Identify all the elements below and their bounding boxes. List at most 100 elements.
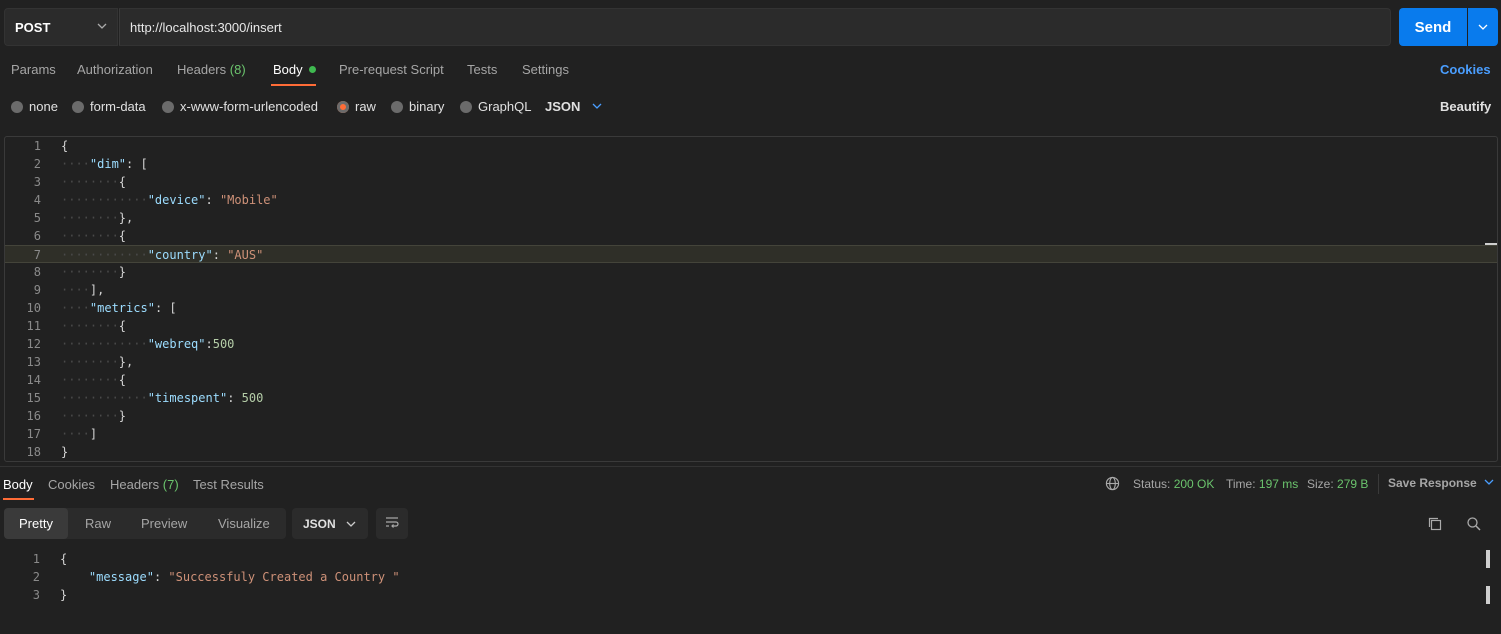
tab-authorization[interactable]: Authorization (77, 62, 153, 77)
radio-form-data[interactable]: form-data (72, 99, 146, 114)
line-number: 1 (33, 139, 41, 153)
line-number: 1 (32, 552, 40, 566)
code-line: 17 ····] (5, 425, 1497, 443)
wrap-lines-button[interactable] (376, 508, 408, 539)
tab-tests[interactable]: Tests (467, 62, 497, 77)
radio-graphql[interactable]: GraphQL (460, 99, 531, 114)
line-number: 12 (26, 337, 41, 351)
code-line: 10 ····"metrics": [ (5, 299, 1497, 317)
code-text: ············"webreq":500 (61, 337, 235, 351)
scrollbar-marker (1486, 550, 1490, 568)
radio-icon (72, 100, 84, 113)
response-code-line: 2 "message": "Successfuly Created a Coun… (4, 568, 1484, 586)
line-number: 3 (33, 175, 41, 189)
code-line: 2 ····"dim": [ (5, 155, 1497, 173)
code-text: ········{ (61, 319, 127, 333)
radio-none[interactable]: none (11, 99, 58, 114)
divider (1378, 474, 1379, 494)
method-select[interactable]: POST (4, 8, 118, 46)
wrap-icon (384, 515, 400, 532)
copy-icon[interactable] (1427, 516, 1443, 535)
code-line: 8 ········} (5, 263, 1497, 281)
line-number: 8 (33, 265, 41, 279)
code-line: 18} (5, 443, 1497, 461)
tab-pre-request-script[interactable]: Pre-request Script (339, 62, 444, 77)
url-input[interactable]: http://localhost:3000/insert (119, 8, 1391, 46)
tab-body[interactable]: Body (273, 62, 316, 77)
response-code-line: 3} (4, 586, 1484, 604)
search-icon[interactable] (1466, 516, 1482, 535)
response-tab-test-results[interactable]: Test Results (193, 477, 264, 492)
code-text: } (61, 445, 69, 459)
code-line: 3 ········{ (5, 173, 1497, 191)
response-code-line: 1{ (4, 550, 1484, 568)
radio-icon (11, 100, 23, 113)
code-text: ········} (61, 265, 127, 279)
method-label: POST (15, 19, 51, 35)
headers-count: (8) (229, 62, 246, 77)
radio-icon (391, 100, 403, 113)
chevron-down-icon (97, 21, 107, 34)
response-time: Time: 197 ms (1226, 477, 1299, 491)
url-text: http://localhost:3000/insert (130, 19, 282, 35)
line-number: 15 (26, 391, 41, 405)
code-line: 1{ (5, 137, 1497, 155)
tab-headers[interactable]: Headers (8) (177, 62, 246, 77)
response-tab-headers[interactable]: Headers (7) (110, 477, 179, 492)
code-text: } (60, 588, 68, 602)
radio-raw[interactable]: raw (337, 99, 376, 114)
request-body-editor[interactable]: 1{2 ····"dim": [3 ········{4 ············"d… (4, 136, 1498, 462)
view-visualize[interactable]: Visualize (218, 508, 270, 539)
radio-x-www-form-urlencoded[interactable]: x-www-form-urlencoded (162, 99, 318, 114)
response-size: Size: 279 B (1307, 477, 1369, 491)
beautify-button[interactable]: Beautify (1440, 99, 1491, 114)
globe-icon[interactable] (1105, 476, 1120, 494)
chevron-down-icon (1484, 476, 1494, 490)
response-tab-cookies[interactable]: Cookies (48, 477, 95, 492)
code-line: 5 ········}, (5, 209, 1497, 227)
view-pretty[interactable]: Pretty (4, 508, 68, 539)
code-line: 9 ····], (5, 281, 1497, 299)
code-text: ········{ (61, 229, 127, 243)
code-line: 13 ········}, (5, 353, 1497, 371)
line-number: 13 (26, 355, 41, 369)
line-number: 16 (26, 409, 41, 423)
scrollbar-marker (1486, 586, 1490, 604)
pane-divider[interactable] (0, 466, 1501, 467)
code-text: ········{ (61, 175, 127, 189)
response-tab-body[interactable]: Body (3, 477, 33, 492)
view-preview[interactable]: Preview (141, 508, 187, 539)
line-number: 6 (33, 229, 41, 243)
scrollbar-marker (1485, 243, 1497, 245)
code-text: ····"dim": [ (61, 157, 148, 171)
code-line: 4 ············"device": "Mobile" (5, 191, 1497, 209)
code-text: "message": "Successfuly Created a Countr… (88, 570, 400, 584)
chevron-down-icon (1478, 20, 1488, 35)
tab-params[interactable]: Params (11, 62, 56, 77)
response-format-select[interactable]: JSON (292, 508, 368, 539)
line-number: 7 (33, 248, 41, 262)
view-raw[interactable]: Raw (85, 508, 111, 539)
response-body-viewer[interactable]: 1{2 "message": "Successfuly Created a Co… (4, 550, 1494, 610)
code-text: { (61, 139, 69, 153)
line-number: 17 (26, 427, 41, 441)
line-number: 11 (26, 319, 41, 333)
chevron-down-icon (346, 518, 356, 532)
cookies-link[interactable]: Cookies (1440, 62, 1491, 77)
code-text: ········}, (61, 355, 134, 369)
send-button[interactable]: Send (1399, 8, 1467, 46)
tab-settings[interactable]: Settings (522, 62, 569, 77)
line-number: 2 (33, 157, 41, 171)
code-text: ········{ (61, 373, 127, 387)
send-options-button[interactable] (1468, 8, 1498, 46)
radio-selected-icon (337, 100, 349, 113)
line-number: 14 (26, 373, 41, 387)
line-number: 3 (32, 588, 40, 602)
code-text: ····], (61, 283, 105, 297)
body-format-select[interactable]: JSON (545, 99, 602, 114)
code-text: ············"country": "AUS" (61, 248, 264, 262)
radio-binary[interactable]: binary (391, 99, 444, 114)
save-response-button[interactable]: Save Response (1388, 476, 1494, 490)
modified-dot-icon (308, 66, 316, 74)
code-text: ····"metrics": [ (61, 301, 177, 315)
